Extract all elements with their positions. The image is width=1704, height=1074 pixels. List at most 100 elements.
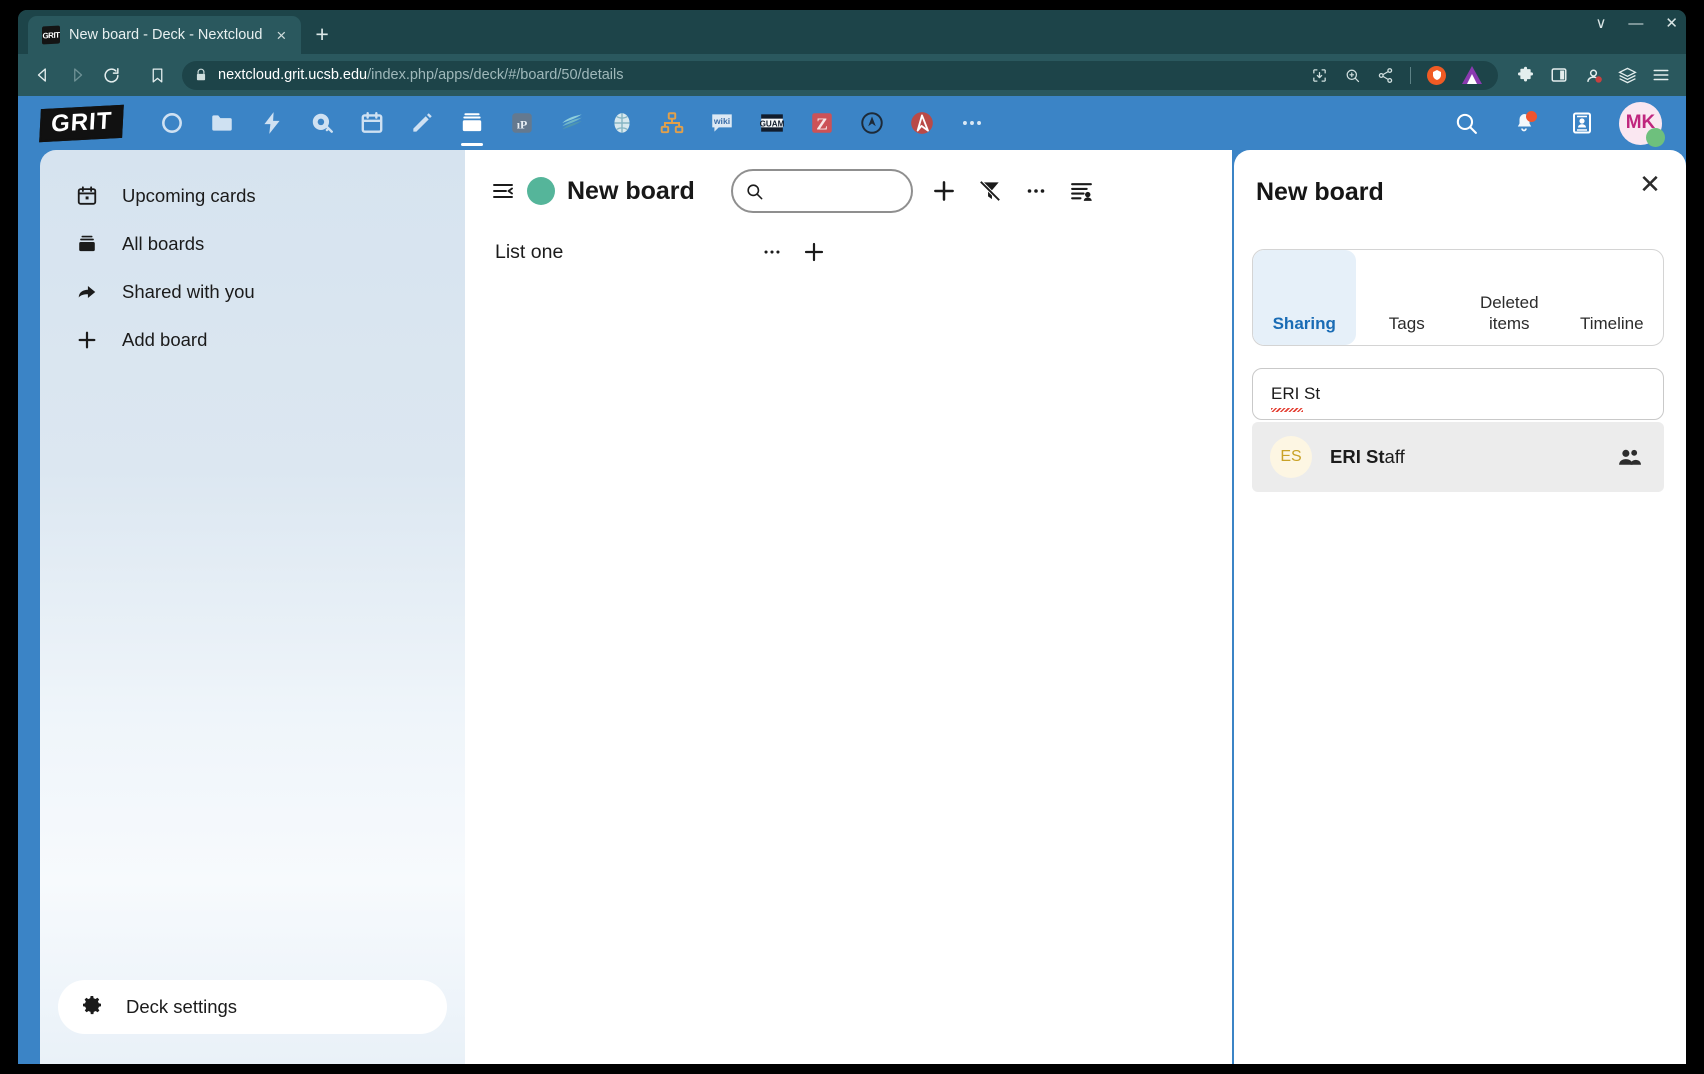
browser-tabstrip: GRIT New board - Deck - Nextcloud × + ∨ … <box>18 10 1686 54</box>
result-avatar: ES <box>1270 436 1312 478</box>
app-icon-calendar[interactable] <box>347 99 397 147</box>
filter-off-icon[interactable] <box>967 168 1013 214</box>
svg-text:GUAM: GUAM <box>760 119 785 128</box>
bookmark-icon[interactable] <box>142 60 172 90</box>
group-icon <box>1617 445 1642 470</box>
stack-menu-icon[interactable] <box>751 231 793 273</box>
nextcloud-app: GRIT ıP wiki GUAM Z MK Upcoming cards Al… <box>18 96 1686 1064</box>
share-icon[interactable] <box>1377 67 1394 84</box>
new-tab-button[interactable]: + <box>315 23 328 46</box>
app-icon-guam[interactable]: GUAM <box>747 99 797 147</box>
tab-search-icon[interactable]: ∨ <box>1595 16 1606 31</box>
board-title: New board <box>567 176 695 205</box>
app-icon-deck[interactable] <box>447 99 497 147</box>
deck-sidebar: Upcoming cards All boards Shared with yo… <box>40 150 465 1064</box>
back-icon[interactable] <box>28 60 58 90</box>
app-icon-notes[interactable] <box>397 99 447 147</box>
sidebar-item-shared-with-you[interactable]: Shared with you <box>54 268 451 316</box>
app-icon-more[interactable] <box>947 99 997 147</box>
share-search-input[interactable] <box>1252 368 1664 420</box>
sidebar-item-upcoming-cards[interactable]: Upcoming cards <box>54 172 451 220</box>
user-avatar[interactable]: MK <box>1619 101 1665 147</box>
board-details-icon[interactable] <box>1059 168 1105 214</box>
zoom-icon[interactable] <box>1344 67 1361 84</box>
sidebar-item-label: All boards <box>122 233 205 254</box>
add-list-button[interactable] <box>921 168 967 214</box>
nextcloud-header: GRIT ıP wiki GUAM Z MK <box>18 96 1686 150</box>
deck-settings-label: Deck settings <box>126 996 238 1017</box>
collapse-sidebar-icon[interactable] <box>483 171 523 211</box>
tab-tags[interactable]: Tags <box>1356 250 1459 345</box>
sidebar-item-all-boards[interactable]: All boards <box>54 220 451 268</box>
bookmarks-stack-icon[interactable] <box>1612 60 1642 90</box>
app-icon-globe[interactable] <box>597 99 647 147</box>
gear-icon <box>80 993 104 1022</box>
svg-text:ıP: ıP <box>517 117 528 131</box>
extension-triangle-icon[interactable] <box>1462 66 1482 84</box>
close-window-button[interactable]: ✕ <box>1665 16 1678 31</box>
search-icon[interactable] <box>1445 102 1487 144</box>
stack-add-card-icon[interactable] <box>793 231 835 273</box>
search-icon <box>747 183 763 199</box>
stack-header: List one <box>495 230 835 274</box>
sidebar-item-add-board[interactable]: Add board <box>54 316 451 364</box>
detail-tabs: Sharing Tags Deleted items Timeline <box>1252 249 1664 346</box>
svg-text:wiki: wiki <box>713 116 730 126</box>
reload-icon[interactable] <box>96 60 126 90</box>
profile-icon[interactable] <box>1578 60 1608 90</box>
grit-logo[interactable]: GRIT <box>39 104 125 142</box>
board-color-dot <box>527 177 555 205</box>
share-search-wrap <box>1252 368 1664 420</box>
app-icon-zotero[interactable]: Z <box>797 99 847 147</box>
tab-deleted-items[interactable]: Deleted items <box>1458 250 1561 345</box>
tab-title: New board - Deck - Nextcloud <box>69 27 263 43</box>
app-icon-phpmyadmin[interactable]: ıP <box>497 99 547 147</box>
browser-menu-icon[interactable] <box>1646 60 1676 90</box>
app-icon-bookstack[interactable] <box>547 99 597 147</box>
tab-close-icon[interactable]: × <box>271 25 291 46</box>
contacts-icon[interactable] <box>1561 102 1603 144</box>
app-icon-dashboard[interactable] <box>147 99 197 147</box>
deck-settings-button[interactable]: Deck settings <box>58 980 447 1034</box>
board-search[interactable] <box>730 169 913 213</box>
header-actions: MK <box>1445 101 1676 147</box>
url-bar-actions <box>1311 65 1486 85</box>
forward-icon[interactable] <box>62 60 92 90</box>
result-name-rest: aff <box>1384 446 1405 467</box>
tab-sharing[interactable]: Sharing <box>1253 250 1356 345</box>
share-result-item[interactable]: ES ERI Staff <box>1252 422 1664 492</box>
toolbar-right-actions <box>1510 60 1676 90</box>
url-domain: nextcloud.grit.ucsb.edu <box>218 67 368 83</box>
close-icon[interactable]: ✕ <box>1630 164 1670 204</box>
browser-tab[interactable]: GRIT New board - Deck - Nextcloud × <box>28 16 302 54</box>
sidebar-item-label: Upcoming cards <box>122 185 256 206</box>
board-stack: List one <box>465 230 835 274</box>
extensions-puzzle-icon[interactable] <box>1510 60 1540 90</box>
sidebar-panel-icon[interactable] <box>1544 60 1574 90</box>
app-icon-org-chart[interactable] <box>647 99 697 147</box>
window-controls: ∨ — ✕ <box>1595 16 1678 31</box>
app-navigation: ıP wiki GUAM Z <box>147 99 997 147</box>
url-bar[interactable]: nextcloud.grit.ucsb.edu/index.php/apps/d… <box>182 60 1498 90</box>
toolbar-separator <box>1410 66 1411 84</box>
install-app-icon[interactable] <box>1311 67 1328 84</box>
url-text: nextcloud.grit.ucsb.edu/index.php/apps/d… <box>218 67 1301 83</box>
app-icon-tower[interactable] <box>847 99 897 147</box>
board-menu-icon[interactable] <box>1013 168 1059 214</box>
board-search-input[interactable] <box>769 182 899 200</box>
sidebar-item-label: Add board <box>122 329 208 350</box>
tab-timeline[interactable]: Timeline <box>1561 250 1664 345</box>
browser-window: GRIT New board - Deck - Nextcloud × + ∨ … <box>18 10 1686 1064</box>
notifications-bell-icon[interactable] <box>1503 102 1545 144</box>
app-icon-wiki[interactable]: wiki <box>697 99 747 147</box>
app-icon-activity[interactable] <box>247 99 297 147</box>
minimize-button[interactable]: — <box>1628 16 1643 31</box>
board-header: New board <box>465 150 1232 222</box>
app-icon-passwords[interactable] <box>297 99 347 147</box>
brave-shields-icon[interactable] <box>1427 65 1446 85</box>
app-icon-files[interactable] <box>197 99 247 147</box>
board-lists: List one <box>465 222 1232 274</box>
browser-toolbar: nextcloud.grit.ucsb.edu/index.php/apps/d… <box>18 54 1686 96</box>
app-icon-ansible[interactable] <box>897 99 947 147</box>
result-name-match: ERI St <box>1330 446 1385 467</box>
